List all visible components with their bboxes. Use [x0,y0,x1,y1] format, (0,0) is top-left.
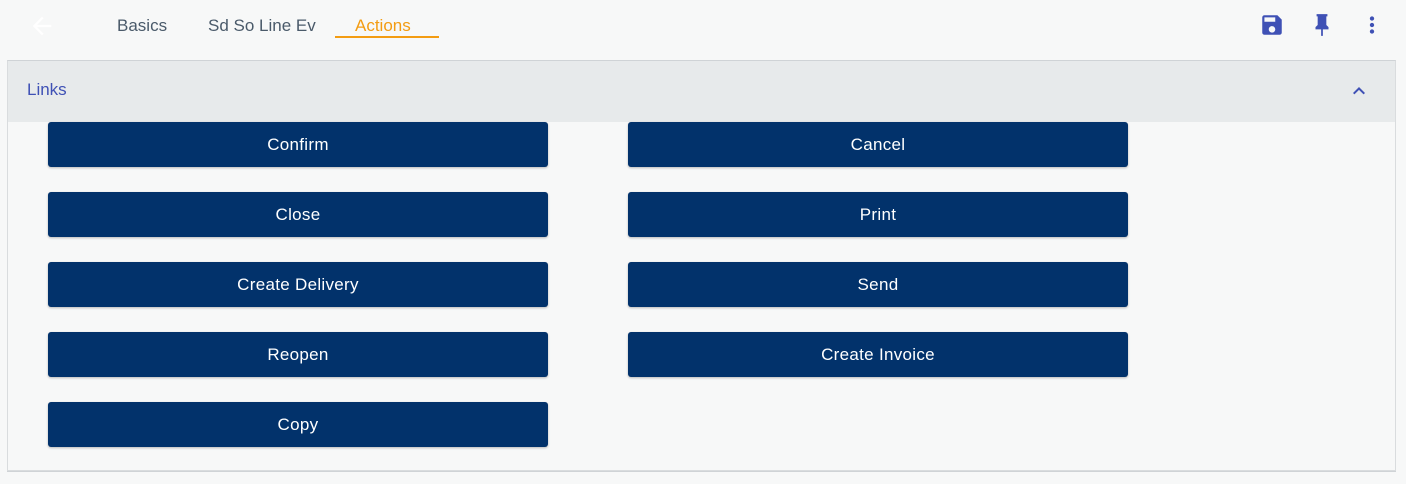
save-icon[interactable] [1259,12,1285,38]
pin-icon[interactable] [1309,12,1335,38]
more-vertical-icon[interactable] [1359,12,1385,38]
tab-basics[interactable]: Basics [117,14,167,38]
links-panel-header[interactable]: Links [8,61,1395,122]
divider [7,471,1396,472]
create-delivery-button[interactable]: Create Delivery [48,262,548,307]
create-invoice-button[interactable]: Create Invoice [628,332,1128,377]
tab-sd-so-line-ev[interactable]: Sd So Line Ev [208,14,316,38]
copy-button[interactable]: Copy [48,402,548,447]
tab-actions[interactable]: Actions [355,14,411,38]
send-button[interactable]: Send [628,262,1128,307]
chevron-up-icon[interactable] [1347,79,1371,103]
panel-title: Links [27,80,67,99]
reopen-button[interactable]: Reopen [48,332,548,377]
confirm-button[interactable]: Confirm [48,122,548,167]
top-bar: Basics Sd So Line Ev Actions [0,0,1406,60]
close-button[interactable]: Close [48,192,548,237]
links-panel: Links Confirm Cancel Close Print Create … [7,60,1396,471]
cancel-button[interactable]: Cancel [628,122,1128,167]
active-tab-indicator [335,36,439,38]
print-button[interactable]: Print [628,192,1128,237]
arrow-back-icon[interactable] [28,12,56,40]
